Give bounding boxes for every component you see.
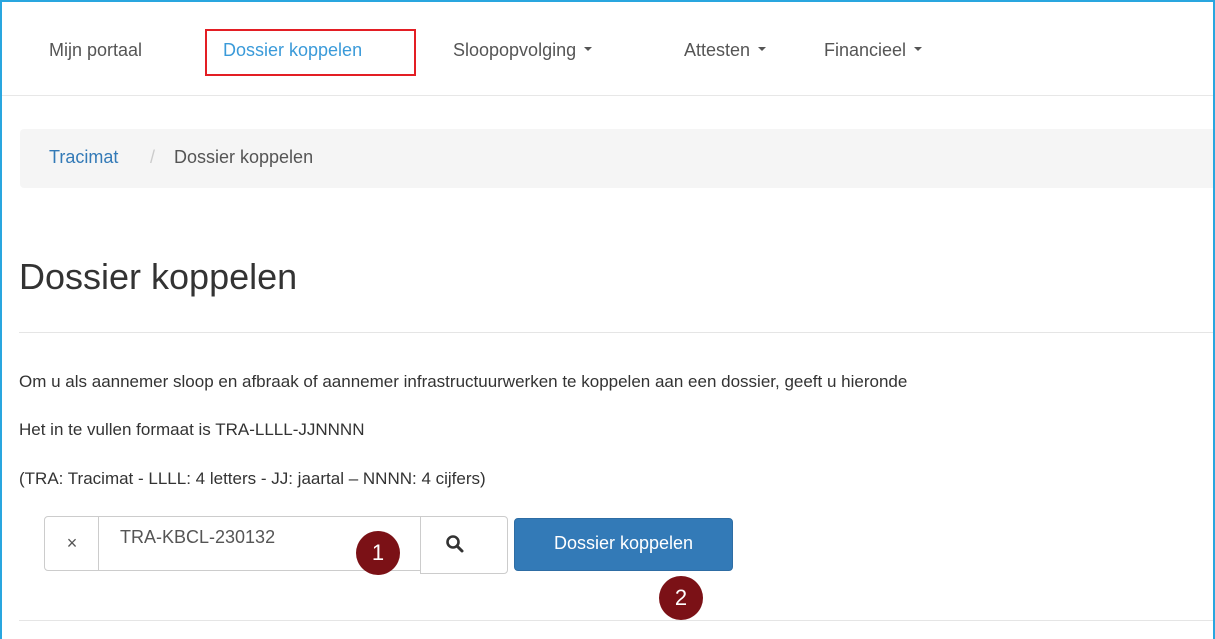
breadcrumb: Tracimat / Dossier koppelen <box>20 129 1213 188</box>
clear-button[interactable]: × <box>44 516 100 571</box>
nav-label: Financieel <box>824 40 907 60</box>
nav-mijn-portaal[interactable]: Mijn portaal <box>49 40 142 61</box>
step-1-badge: 1 <box>356 531 400 575</box>
nav-label: Sloopopvolging <box>453 40 577 60</box>
nav-sloopopvolging-dropdown[interactable]: Sloopopvolging <box>453 40 593 61</box>
caret-down-icon <box>584 47 593 52</box>
page-title: Dossier koppelen <box>19 256 298 297</box>
search-button[interactable] <box>420 516 508 574</box>
divider <box>19 332 1213 333</box>
nav-label: Mijn portaal <box>49 40 143 60</box>
highlight-annotation-box <box>205 29 416 76</box>
nav-financieel-dropdown[interactable]: Financieel <box>824 40 923 61</box>
breadcrumb-separator: / <box>150 147 156 167</box>
breadcrumb-current: Dossier koppelen <box>174 147 314 167</box>
nav-attesten-dropdown[interactable]: Attesten <box>684 40 767 61</box>
screenshot-frame: Mijn portaal Dossier koppelen Sloopopvol… <box>0 0 1215 639</box>
nav-label: Attesten <box>684 40 751 60</box>
top-navbar: Mijn portaal Dossier koppelen Sloopopvol… <box>2 2 1213 96</box>
search-icon <box>446 535 464 553</box>
dossier-koppelen-button[interactable]: Dossier koppelen <box>514 518 733 571</box>
divider-bottom <box>19 620 1213 621</box>
caret-down-icon <box>914 47 923 52</box>
format-legend-text: (TRA: Tracimat - LLLL: 4 letters - JJ: j… <box>19 469 486 488</box>
caret-down-icon <box>758 47 767 52</box>
step-2-badge: 2 <box>659 576 703 620</box>
breadcrumb-link-tracimat[interactable]: Tracimat <box>49 147 118 168</box>
format-text: Het in te vullen formaat is TRA-LLLL-JJN… <box>19 420 365 439</box>
intro-text: Om u als aannemer sloop en afbraak of aa… <box>19 372 908 391</box>
